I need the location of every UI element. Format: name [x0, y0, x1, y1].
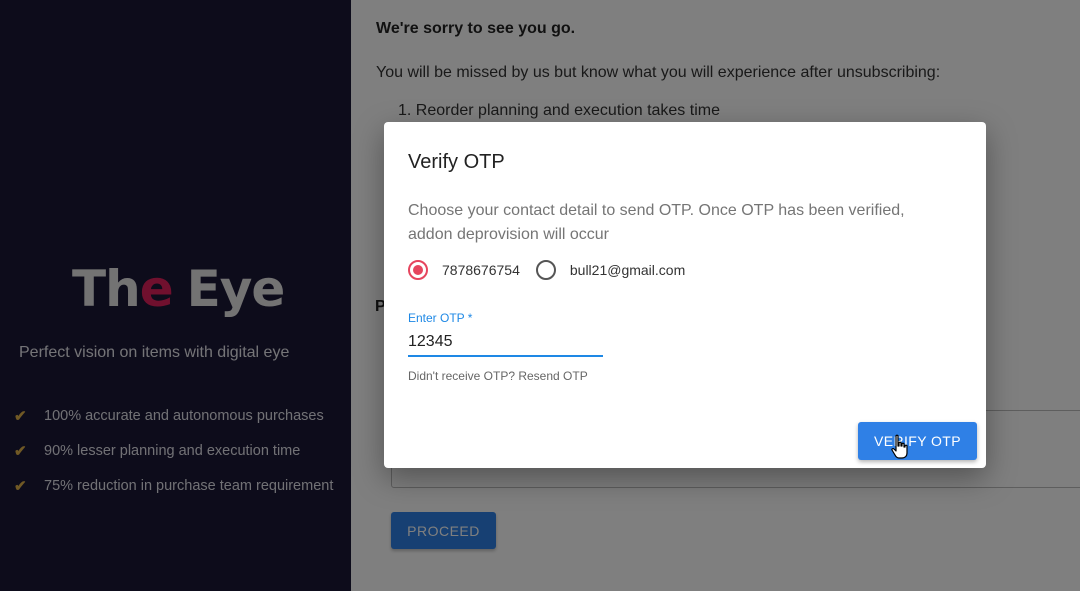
phone-radio[interactable] [408, 260, 428, 280]
otp-field-label: Enter OTP * [408, 311, 473, 325]
email-radio[interactable] [535, 260, 556, 280]
dialog-title: Verify OTP [408, 151, 505, 173]
verify-otp-dialog: Verify OTP Choose your contact detail to… [384, 122, 986, 468]
otp-input[interactable] [408, 329, 603, 357]
contact-radio-group: 7878676754 bull21@gmail.com [408, 259, 685, 281]
resend-otp-link[interactable]: Didn't receive OTP? Resend OTP [408, 369, 588, 383]
email-radio-label[interactable]: bull21@gmail.com [570, 262, 685, 278]
phone-radio-label[interactable]: 7878676754 [442, 262, 520, 278]
hand-pointer-icon [891, 434, 908, 459]
verify-otp-button[interactable]: VERIFY OTP [858, 422, 977, 460]
dialog-description: Choose your contact detail to send OTP. … [408, 202, 905, 243]
